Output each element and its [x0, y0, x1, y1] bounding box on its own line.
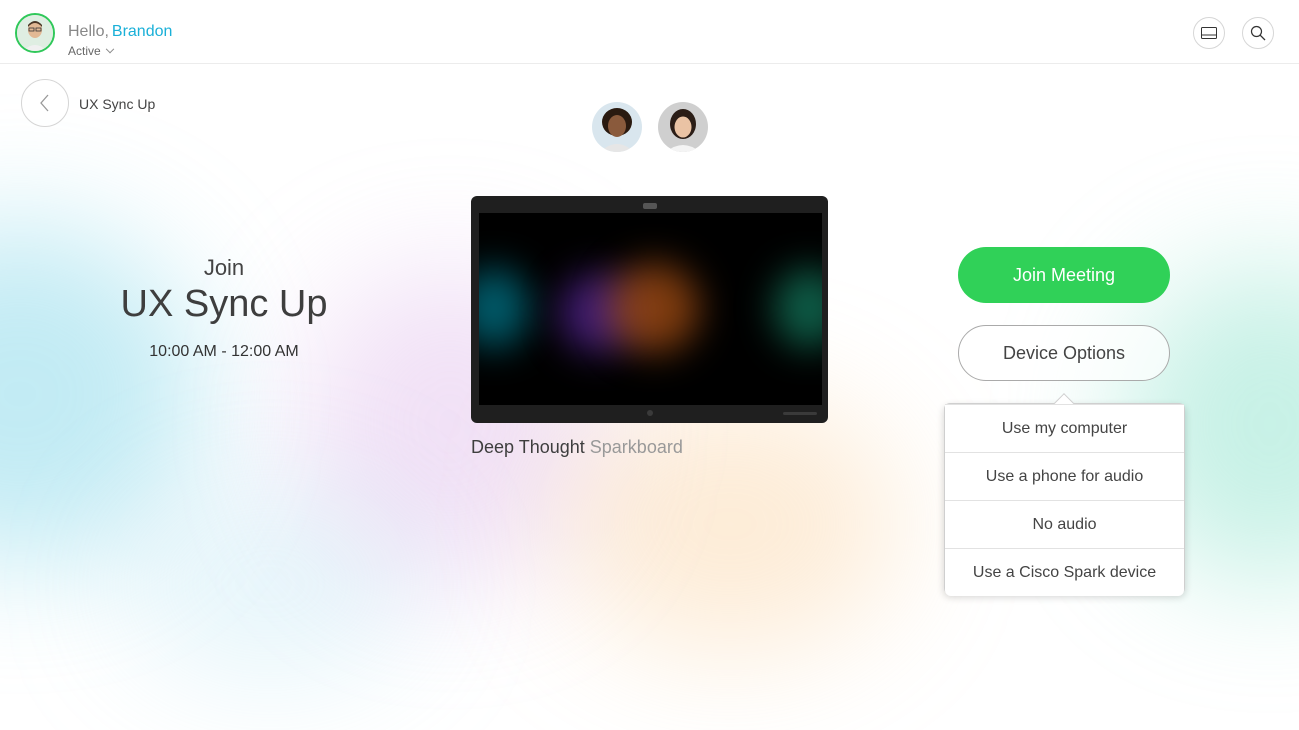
top-header: Hello, Brandon Active	[0, 0, 1299, 64]
device-type: Sparkboard	[589, 437, 683, 457]
participant-avatar[interactable]	[592, 102, 642, 152]
menu-item-no-audio[interactable]: No audio	[945, 500, 1184, 548]
menu-item-cisco-spark-device[interactable]: Use a Cisco Spark device	[945, 548, 1184, 596]
device-options-menu: Use my computer Use a phone for audio No…	[944, 393, 1185, 596]
sparkboard-device-image	[471, 196, 828, 423]
status-label: Active	[68, 44, 101, 58]
chevron-left-icon	[40, 94, 49, 112]
device-sensor	[647, 410, 653, 416]
whiteboard-icon	[1201, 27, 1217, 39]
device-name: Deep Thought	[471, 437, 585, 457]
menu-item-phone-audio[interactable]: Use a phone for audio	[945, 452, 1184, 500]
breadcrumb-title: UX Sync Up	[79, 96, 156, 112]
device-screen	[479, 213, 822, 405]
status-dropdown[interactable]: Active	[68, 44, 114, 58]
greeting-text: Hello,	[68, 23, 109, 40]
device-label: Deep Thought Sparkboard	[471, 437, 857, 458]
search-icon	[1250, 25, 1266, 41]
search-button[interactable]	[1242, 17, 1274, 49]
meeting-time: 10:00 AM - 12:00 AM	[149, 343, 299, 360]
greeting: Hello, Brandon	[68, 23, 172, 41]
join-heading-block: Join UX Sync Up 10:00 AM - 12:00 AM	[94, 255, 354, 361]
chevron-down-icon	[105, 44, 114, 54]
user-name: Brandon	[111, 23, 173, 40]
menu-item-use-my-computer[interactable]: Use my computer	[945, 404, 1184, 452]
user-avatar[interactable]	[15, 13, 55, 53]
device-options-button[interactable]: Device Options	[958, 325, 1170, 381]
join-label: Join	[203, 255, 245, 280]
whiteboard-button[interactable]	[1193, 17, 1225, 49]
device-indicator	[783, 412, 817, 415]
meeting-title: UX Sync Up	[120, 283, 328, 325]
join-meeting-button[interactable]: Join Meeting	[958, 247, 1170, 303]
device-camera	[643, 203, 657, 209]
participant-avatar[interactable]	[658, 102, 708, 152]
back-button[interactable]	[21, 79, 69, 127]
